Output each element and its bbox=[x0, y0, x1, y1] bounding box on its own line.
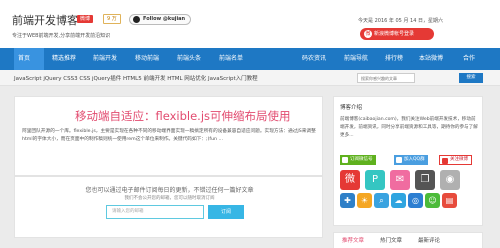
nav-item-frontend[interactable]: 前端开发 bbox=[93, 48, 117, 70]
weibo-login-button[interactable]: 微 新浪微博帐号登录 bbox=[360, 28, 434, 40]
tab-hot[interactable]: 热门文章 bbox=[380, 236, 402, 244]
nav-item-home[interactable]: 首页 bbox=[14, 48, 44, 70]
follow-weibo-label: 关注微博 bbox=[450, 157, 468, 162]
bookmark-icon[interactable]: ❐ bbox=[415, 170, 435, 190]
nav-item-headlines[interactable]: 前端头条 bbox=[177, 48, 201, 70]
weibo-login-label: 新浪微博帐号登录 bbox=[374, 31, 415, 37]
weibo-icon: 微 bbox=[364, 30, 372, 38]
follow-wechat-label: 订阅微信号 bbox=[350, 157, 373, 162]
sidebar-tabs: 推荐文章 热门文章 最新评论 bbox=[333, 232, 483, 248]
weibo-icon bbox=[442, 158, 448, 164]
nav-item-ranking[interactable]: 排行榜 bbox=[385, 48, 403, 70]
qq-icon bbox=[396, 157, 402, 163]
article-title[interactable]: 移动端自适应：flexible.js可伸缩布局使用 bbox=[75, 108, 291, 124]
search-icon[interactable]: ⌕ bbox=[374, 193, 389, 208]
nav-item-mobile[interactable]: 移动前端 bbox=[135, 48, 159, 70]
follow-wechat-button[interactable]: 订阅微信号 bbox=[340, 155, 376, 165]
nav-item-navigation[interactable]: 前端导航 bbox=[344, 48, 368, 70]
site-title[interactable]: 前端开发博客 bbox=[12, 12, 78, 28]
follow-label: Follow @kujian bbox=[143, 16, 186, 22]
about-card: 博客介绍 前端博客(caibaojian.com)，我们关注Web前端开发技术，… bbox=[333, 96, 483, 226]
subscribe-button[interactable]: 订阅 bbox=[208, 205, 244, 219]
about-text: 前端博客(caibaojian.com)，我们关注Web前端开发技术，移动前端开… bbox=[340, 117, 478, 138]
doc-icon[interactable]: ▤ bbox=[442, 193, 457, 208]
tab-recommended[interactable]: 推荐文章 bbox=[342, 236, 364, 244]
sun-icon[interactable]: ☀ bbox=[357, 193, 372, 208]
tag-bar: JavaScript jQuery CSS3 CSS jQuery插件 HTML… bbox=[0, 70, 500, 86]
qq-icon[interactable]: ◎ bbox=[408, 193, 423, 208]
rss-icon[interactable]: ◉ bbox=[440, 170, 460, 190]
nav-item-news[interactable]: 码农资讯 bbox=[302, 48, 326, 70]
nav-item-weibo[interactable]: 本站微博 bbox=[419, 48, 443, 70]
about-title: 博客介绍 bbox=[340, 105, 363, 111]
tag-links[interactable]: JavaScript jQuery CSS3 CSS jQuery插件 HTML… bbox=[14, 74, 258, 82]
github-follow-button[interactable]: Follow @kujian bbox=[129, 14, 191, 25]
main-nav: 首页 精选推荐 前端开发 移动前端 前端头条 前端名单 码农资讯 前端导航 排行… bbox=[0, 48, 500, 70]
article-card: 移动端自适应：flexible.js可伸缩布局使用 阿里团队开源的一个库。fle… bbox=[14, 96, 323, 176]
join-qq-label: 加入QQ群 bbox=[404, 157, 425, 162]
weibo-badge[interactable]: 微博 bbox=[77, 15, 93, 23]
wechat-icon[interactable]: ☺ bbox=[425, 193, 440, 208]
date-text: 今天是 2016 年 05 月 14 日，星期六 bbox=[358, 18, 443, 24]
site-slogan: 专注于WEB前端开发,分享前端开发前沿知识 bbox=[12, 33, 111, 39]
pinterest-icon[interactable]: P bbox=[365, 170, 385, 190]
wechat-icon bbox=[342, 157, 348, 163]
follow-weibo-button[interactable]: 关注微博 bbox=[439, 155, 472, 165]
search-input[interactable] bbox=[357, 73, 415, 83]
subscribe-card: 您也可以通过电子邮件订阅每日的更新，不错过任何一篇好文章 我们不会公开您的邮箱，… bbox=[14, 176, 323, 238]
subscribe-note: 我们不会公开您的邮箱，您可以随时取消订阅 bbox=[124, 196, 215, 201]
search-button[interactable]: 搜索 bbox=[459, 73, 483, 83]
nav-item-cooperation[interactable]: 合作 bbox=[463, 48, 475, 70]
tab-latest-comments[interactable]: 最新评论 bbox=[418, 236, 440, 244]
email-field[interactable]: 请输入您的邮箱 bbox=[106, 205, 204, 219]
weibo-icon[interactable]: 微 bbox=[340, 170, 360, 190]
mail-icon[interactable]: ✉ bbox=[390, 170, 410, 190]
chat-icon[interactable]: ☁ bbox=[391, 193, 406, 208]
github-icon bbox=[133, 16, 140, 23]
nav-item-list[interactable]: 前端名单 bbox=[219, 48, 243, 70]
follower-count-badge: 9 万 bbox=[103, 14, 121, 24]
article-excerpt: 阿里团队开源的一个库。flexible.js，主要是实现在各种不同的移动端界面实… bbox=[22, 129, 316, 143]
subscribe-title: 您也可以通过电子邮件订阅每日的更新，不错过任何一篇好文章 bbox=[85, 187, 254, 194]
header: 前端开发博客 微博 9 万 Follow @kujian 专注于WEB前端开发,… bbox=[0, 0, 500, 48]
join-qq-button[interactable]: 加入QQ群 bbox=[394, 155, 428, 165]
grid-icon[interactable]: ✚ bbox=[340, 193, 355, 208]
nav-item-featured[interactable]: 精选推荐 bbox=[52, 48, 76, 70]
